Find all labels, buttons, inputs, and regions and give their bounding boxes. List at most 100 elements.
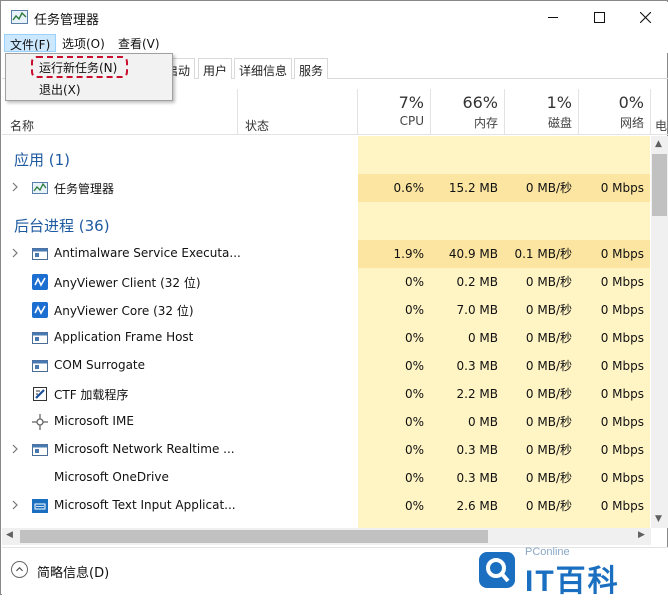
process-name: Antimalware Service Executa... <box>54 246 241 260</box>
minimize-icon <box>547 16 558 18</box>
maximize-icon <box>593 11 605 23</box>
file-menu-dropdown: 运行新任务(N) 退出(X) <box>5 53 173 101</box>
ctf-icon <box>33 387 47 401</box>
cpu-value: 0% <box>404 303 424 317</box>
network-value: 0 Mbps <box>600 499 644 513</box>
disk-value: 0 MB/秒 <box>525 387 572 401</box>
scrollbar-thumb[interactable] <box>20 530 488 543</box>
cpu-value: 1.9% <box>358 240 430 268</box>
process-name: CTF 加载程序 <box>54 388 129 402</box>
table-row[interactable]: Microsoft OneDrive 0% 0.3 MB 0 MB/秒 0 Mb… <box>2 464 651 492</box>
maximize-button[interactable] <box>576 2 622 32</box>
column-divider <box>237 89 238 135</box>
network-value: 0 Mbps <box>600 471 644 485</box>
memory-value: 2.6 MB <box>456 499 498 513</box>
horizontal-scrollbar[interactable]: ◀ ▶ <box>2 528 651 545</box>
cpu-label: CPU <box>399 114 424 128</box>
service-icon <box>32 360 48 372</box>
collapse-chevron-icon[interactable] <box>11 561 28 578</box>
scroll-right-icon[interactable]: ▶ <box>638 530 645 540</box>
table-row[interactable]: COM Surrogate 0% 0.3 MB 0 MB/秒 0 Mbps <box>2 352 651 380</box>
network-total: 0% <box>618 93 644 112</box>
table-row[interactable]: Microsoft Text Input Applicat... 0% 2.6 … <box>2 492 651 520</box>
tab-services[interactable]: 服务 <box>294 58 329 79</box>
network-label: 网络 <box>619 116 644 130</box>
anyviewer-icon <box>32 302 48 318</box>
network-value: 0 Mbps <box>600 359 644 373</box>
scroll-left-icon[interactable]: ◀ <box>6 530 13 540</box>
watermark-big-text: IT百科 <box>525 565 620 598</box>
memory-value: 0 MB <box>467 331 498 345</box>
disk-total: 1% <box>546 93 572 112</box>
memory-value: 0.3 MB <box>456 471 498 485</box>
table-row[interactable]: Microsoft IME 0% 0 MB 0 MB/秒 0 Mbps <box>2 408 651 436</box>
exit-item[interactable]: 退出(X) <box>39 81 81 98</box>
text-input-icon <box>32 499 48 513</box>
chevron-right-icon[interactable] <box>11 248 19 258</box>
fewer-details-link[interactable]: 简略信息(D) <box>37 562 109 581</box>
service-icon <box>32 444 48 456</box>
disk-value: 0 MB/秒 <box>525 415 572 429</box>
process-name: Microsoft IME <box>54 414 134 428</box>
scroll-down-icon[interactable]: ▼ <box>655 514 662 524</box>
service-icon <box>32 248 48 260</box>
network-value: 0 Mbps <box>578 174 650 202</box>
disk-value: 0 MB/秒 <box>504 174 578 202</box>
table-row[interactable]: Microsoft Network Realtime ... 0% 0.3 MB… <box>2 436 651 464</box>
scroll-up-icon[interactable]: ▲ <box>655 139 662 149</box>
service-icon <box>32 332 48 344</box>
menu-view[interactable]: 查看(V) <box>113 34 165 52</box>
memory-value: 2.2 MB <box>456 387 498 401</box>
menu-options[interactable]: 选项(O) <box>57 34 110 52</box>
menu-file[interactable]: 文件(F) <box>4 34 57 52</box>
table-row[interactable]: AnyViewer Core (32 位) 0% 7.0 MB 0 MB/秒 0… <box>2 296 651 324</box>
table-row[interactable]: Antimalware Service Executa... 1.9% 40.9… <box>2 240 651 268</box>
disk-value: 0 MB/秒 <box>525 275 572 289</box>
column-network[interactable]: 0% 网络 <box>578 89 650 135</box>
memory-value: 7.0 MB <box>456 303 498 317</box>
memory-value: 15.2 MB <box>430 174 504 202</box>
chevron-right-icon[interactable] <box>11 444 19 454</box>
memory-total: 66% <box>462 93 498 112</box>
process-name: Microsoft Network Realtime ... <box>54 442 235 456</box>
memory-value: 0.3 MB <box>456 443 498 457</box>
cpu-value: 0.6% <box>358 174 430 202</box>
disk-value: 0 MB/秒 <box>525 303 572 317</box>
column-cpu[interactable]: 7% CPU <box>358 89 430 135</box>
pconline-logo-icon <box>479 552 515 588</box>
table-row[interactable]: Application Frame Host 0% 0 MB 0 MB/秒 0 … <box>2 324 651 352</box>
scrollbar-thumb[interactable] <box>652 154 667 216</box>
column-disk[interactable]: 1% 磁盘 <box>504 89 578 135</box>
table-row[interactable]: CTF 加载程序 0% 2.2 MB 0 MB/秒 0 Mbps <box>2 380 651 408</box>
anyviewer-icon <box>32 274 48 290</box>
run-new-task-item[interactable]: 运行新任务(N) <box>39 59 117 76</box>
process-name: COM Surrogate <box>54 358 146 372</box>
network-value: 0 Mbps <box>600 443 644 457</box>
group-background: 后台进程 (36) <box>14 217 110 235</box>
close-button[interactable] <box>622 2 668 32</box>
title-bar: 任务管理器 <box>2 2 668 32</box>
column-memory[interactable]: 66% 内存 <box>430 89 504 135</box>
column-power[interactable]: 电 <box>655 117 667 134</box>
column-status[interactable]: 状态 <box>245 117 269 134</box>
minimize-button[interactable] <box>530 2 576 32</box>
disk-value: 0 MB/秒 <box>525 443 572 457</box>
table-row[interactable]: 任务管理器 0.6% 15.2 MB 0 MB/秒 0 Mbps <box>2 174 651 202</box>
network-value: 0 Mbps <box>600 331 644 345</box>
task-manager-window: 任务管理器 文件(F) 选项(O) 查看(V) 启动 用户 详细信息 服务 名称… <box>0 0 668 598</box>
column-name[interactable]: 名称 <box>10 117 34 134</box>
cpu-value: 0% <box>404 471 424 485</box>
window-title: 任务管理器 <box>34 13 100 28</box>
disk-value: 0 MB/秒 <box>525 359 572 373</box>
chevron-right-icon[interactable] <box>11 182 19 192</box>
vertical-scrollbar[interactable]: ▲ ▼ <box>651 136 668 528</box>
table-row[interactable]: AnyViewer Client (32 位) 0% 0.2 MB 0 MB/秒… <box>2 268 651 296</box>
task-manager-icon <box>11 10 28 24</box>
tab-users[interactable]: 用户 <box>198 58 233 79</box>
chevron-right-icon[interactable] <box>11 500 19 510</box>
disk-value: 0 MB/秒 <box>525 499 572 513</box>
process-list: 应用 (1) 任务管理器 0.6% 15.2 MB 0 MB/秒 0 Mbps … <box>2 136 651 528</box>
tab-details[interactable]: 详细信息 <box>234 58 293 79</box>
disk-value: 0 MB/秒 <box>525 331 572 345</box>
cpu-value: 0% <box>404 331 424 345</box>
